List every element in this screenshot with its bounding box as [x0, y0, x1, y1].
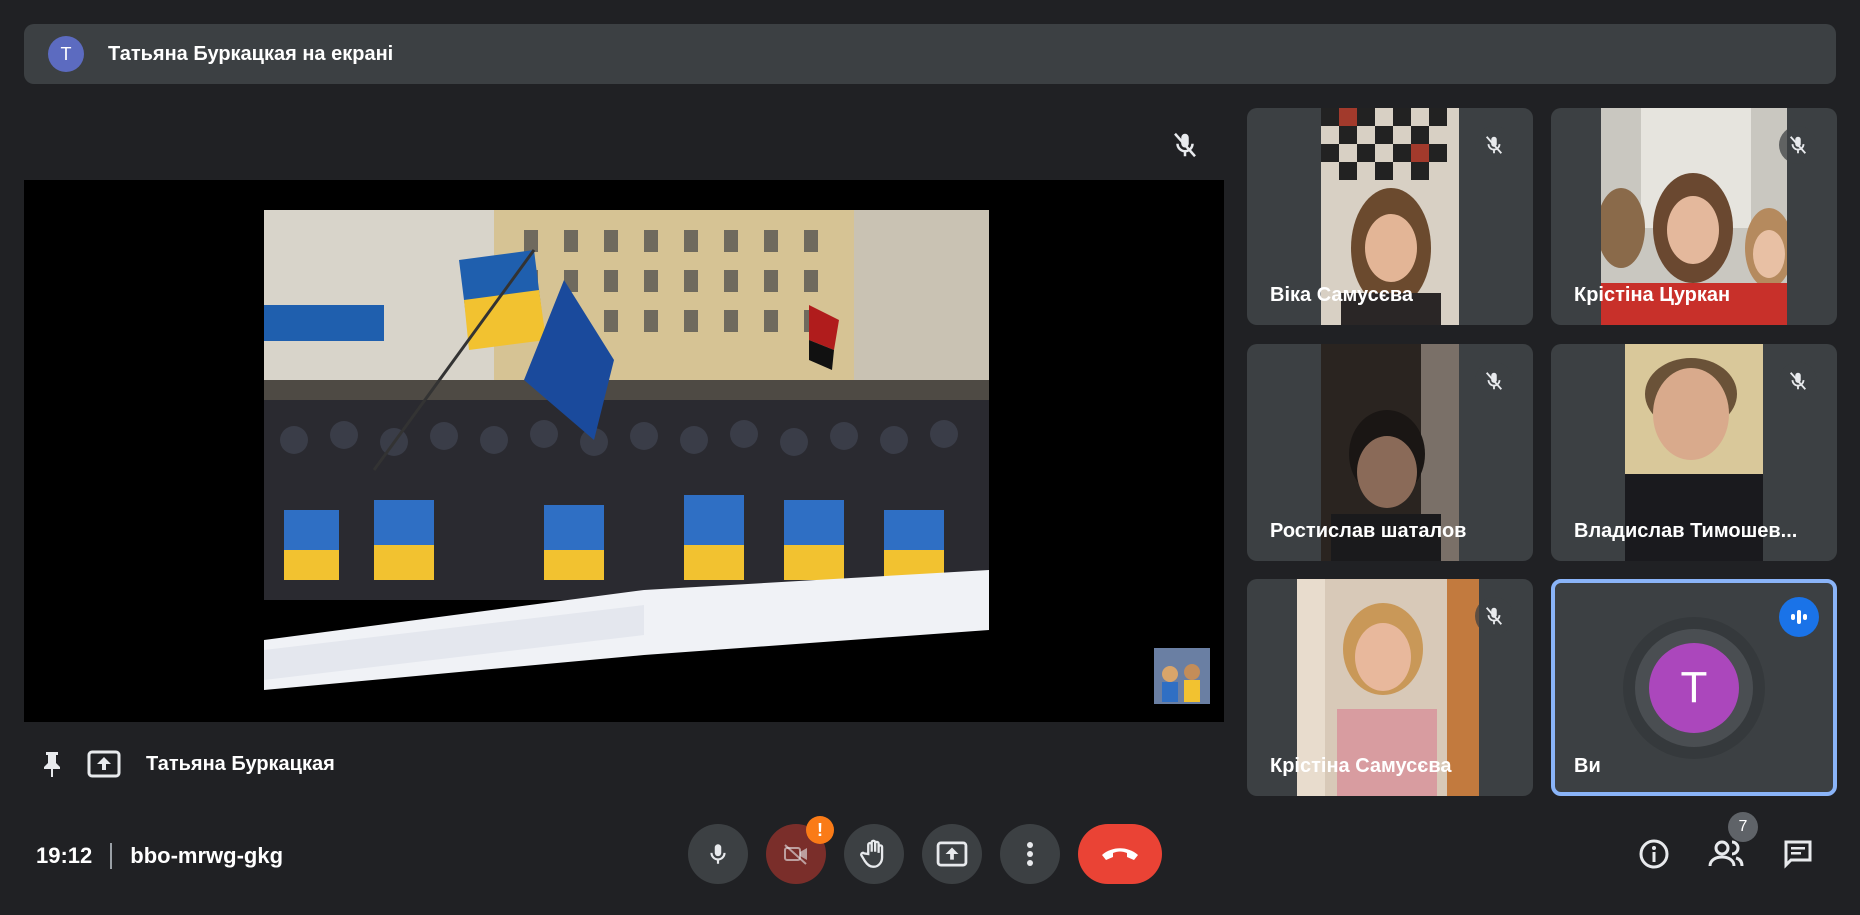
presenting-banner: T Татьяна Буркацкая на екрані	[24, 24, 1836, 84]
more-options-button[interactable]	[1000, 824, 1060, 884]
presenter-avatar: T	[48, 36, 84, 72]
presentation-stage	[24, 180, 1224, 722]
meeting-details-button[interactable]	[1634, 834, 1674, 874]
participant-tile[interactable]: Віка Самусєва	[1247, 108, 1533, 325]
people-count-badge: 7	[1728, 812, 1758, 842]
mic-off-icon	[1779, 362, 1817, 400]
speaking-indicator-icon	[1779, 597, 1819, 637]
self-tile[interactable]: T Ви	[1551, 579, 1837, 796]
mic-off-icon	[1170, 130, 1200, 160]
mic-off-icon	[1475, 126, 1513, 164]
hand-icon	[860, 839, 884, 868]
meeting-code[interactable]: bbo-mrwg-gkg	[130, 843, 283, 869]
presentation-caption: Татьяна Буркацкая	[36, 746, 335, 782]
info-icon	[1639, 839, 1669, 869]
camera-button[interactable]: !	[766, 816, 834, 884]
presenter-thumbnail	[1154, 648, 1210, 704]
hang-up-icon	[1102, 848, 1138, 860]
participant-tile[interactable]: Крістіна Самусєва	[1247, 579, 1533, 796]
people-icon	[1708, 840, 1744, 867]
microphone-button[interactable]	[688, 824, 748, 884]
more-vert-icon	[1027, 842, 1033, 866]
mic-off-icon	[1475, 362, 1513, 400]
self-avatar: T	[1649, 643, 1739, 733]
participant-name: Ви	[1574, 755, 1601, 777]
participant-name: Віка Самусєва	[1270, 284, 1413, 306]
participant-name: Владислав Тимошев...	[1574, 520, 1798, 542]
present-screen-icon	[86, 748, 122, 780]
chat-icon	[1784, 840, 1812, 869]
participant-tile[interactable]: Крістіна Цуркан	[1551, 108, 1837, 325]
meeting-info: 19:12 bbo-mrwg-gkg	[36, 838, 283, 874]
clock: 19:12	[36, 843, 93, 868]
presentation-image	[264, 210, 989, 690]
leave-call-button[interactable]	[1078, 824, 1162, 884]
mic-off-icon	[1779, 126, 1817, 164]
participant-name: Крістіна Цуркан	[1574, 284, 1731, 306]
participant-name: Крістіна Самусєва	[1270, 755, 1452, 777]
camera-warning-badge: !	[806, 816, 834, 844]
participant-name: Ростислав шаталов	[1270, 520, 1467, 542]
raise-hand-button[interactable]	[844, 824, 904, 884]
presenting-text: Татьяна Буркацкая на екрані	[108, 42, 394, 65]
present-now-button[interactable]	[922, 824, 982, 884]
chat-button[interactable]	[1778, 834, 1818, 874]
presenter-name: Татьяна Буркацкая	[146, 752, 335, 775]
participant-tile[interactable]: Владислав Тимошев...	[1551, 344, 1837, 561]
mic-off-icon	[1475, 597, 1513, 635]
pin-icon[interactable]	[36, 748, 68, 780]
camera-off-icon	[784, 844, 807, 865]
participant-tile[interactable]: Ростислав шаталов	[1247, 344, 1533, 561]
microphone-icon	[710, 844, 726, 864]
present-screen-icon	[936, 841, 968, 867]
divider	[110, 843, 113, 869]
